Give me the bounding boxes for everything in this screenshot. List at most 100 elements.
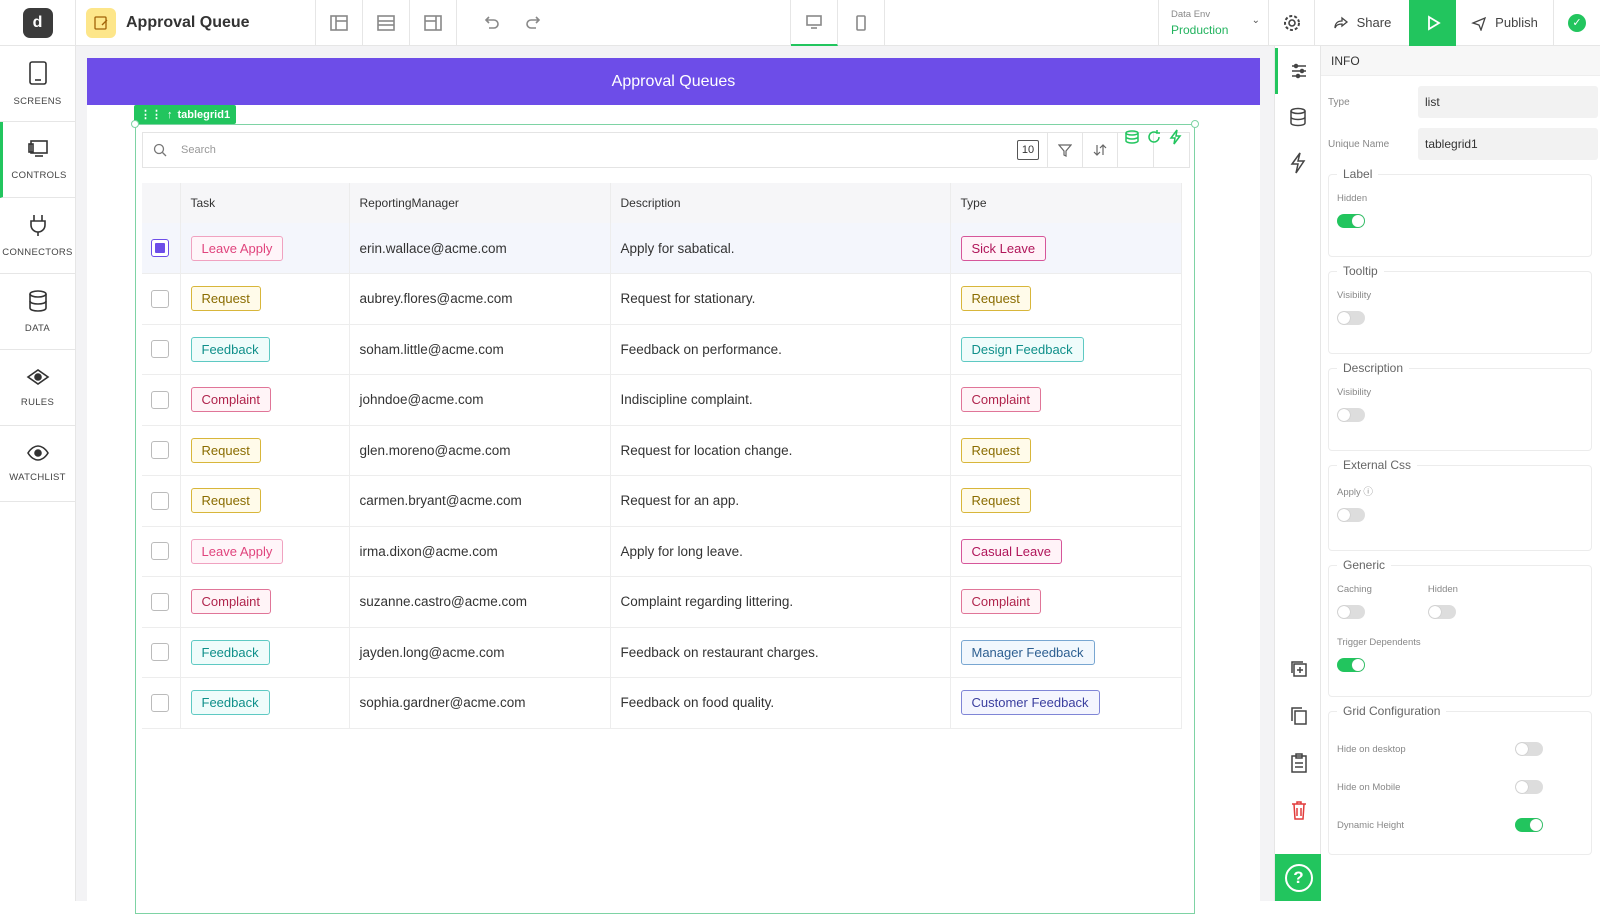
table-row[interactable]: Feedback soham.little@acme.com Feedback … [142, 324, 1182, 375]
table-row[interactable]: Request aubrey.flores@acme.com Request f… [142, 273, 1182, 325]
unique-name-field[interactable]: tablegrid1 [1418, 128, 1598, 160]
nav-watchlist[interactable]: WATCHLIST [0, 426, 75, 502]
row-checkbox[interactable] [151, 491, 169, 510]
lightning-icon[interactable] [1168, 129, 1184, 145]
layout-left-button[interactable] [316, 0, 363, 46]
publish-button[interactable]: Publish [1456, 0, 1554, 46]
sort-button[interactable] [1082, 133, 1117, 167]
app-logo[interactable]: d [0, 0, 76, 46]
task-cell: Complaint [180, 374, 350, 426]
drag-handle-icon[interactable]: ⋮⋮ [140, 108, 162, 121]
nav-data[interactable]: DATA [0, 274, 75, 350]
row-checkbox[interactable] [151, 542, 169, 561]
description-visibility-toggle[interactable] [1337, 408, 1365, 422]
layout-top-button[interactable] [363, 0, 410, 46]
share-button[interactable]: Share [1315, 0, 1409, 46]
caching-toggle[interactable] [1337, 605, 1365, 619]
table-row[interactable]: Feedback jayden.long@acme.com Feedback o… [142, 627, 1182, 678]
desktop-view-button[interactable] [791, 0, 838, 46]
database-icon[interactable] [1124, 129, 1140, 145]
sort-icon [1093, 144, 1107, 156]
design-canvas: Approval Queues ⋮⋮ ↑ tablegrid1 Search 1… [76, 46, 1274, 914]
tooltip-visibility-toggle[interactable] [1337, 311, 1365, 325]
row-checkbox[interactable] [151, 441, 169, 460]
layout-left-icon [330, 14, 348, 31]
resize-handle[interactable] [1191, 120, 1199, 128]
table-row[interactable]: Request carmen.bryant@acme.com Request f… [142, 475, 1182, 527]
trigger-dependents-toggle[interactable] [1337, 658, 1365, 672]
data-env-selector[interactable]: Data Env Production ⌄ [1158, 0, 1268, 46]
properties-tab[interactable] [1275, 48, 1320, 94]
nav-label: CONNECTORS [2, 247, 73, 258]
properties-panel: INFO Type list Unique Name tablegrid1 La… [1321, 46, 1600, 901]
task-tag: Request [190, 286, 261, 312]
task-cell: Feedback [180, 324, 350, 375]
column-header-type[interactable]: Type [950, 183, 1182, 223]
table-row[interactable]: Complaint johndoe@acme.com Indiscipline … [142, 374, 1182, 426]
run-button[interactable] [1409, 0, 1456, 46]
row-checkbox[interactable] [151, 340, 169, 359]
manager-cell: johndoe@acme.com [349, 374, 611, 426]
component-tag[interactable]: ⋮⋮ ↑ tablegrid1 [134, 105, 237, 124]
row-checkbox[interactable] [151, 239, 169, 257]
hide-desktop-toggle[interactable] [1515, 742, 1543, 756]
undo-icon [484, 15, 499, 29]
unique-name-label: Unique Name [1328, 138, 1390, 150]
column-header-description[interactable]: Description [610, 183, 951, 223]
layout-right-button[interactable] [410, 0, 457, 46]
hide-mobile-toggle[interactable] [1515, 780, 1543, 794]
add-component-button[interactable] [1275, 646, 1322, 692]
task-cell: Leave Apply [180, 526, 350, 577]
help-icon: ? [1284, 863, 1313, 892]
table-row[interactable]: Leave Apply erin.wallace@acme.com Apply … [142, 223, 1182, 274]
tablegrid-frame[interactable]: Search 10 Task ReportingManager Descript… [131, 120, 1199, 914]
duplicate-button[interactable] [1275, 693, 1322, 739]
nav-screens[interactable]: SCREENS [0, 46, 75, 122]
chevron-down-icon: ⌄ [1251, 14, 1260, 26]
delete-button[interactable] [1275, 787, 1322, 833]
nav-controls[interactable]: CONTROLS [0, 122, 75, 198]
resize-handle[interactable] [131, 120, 139, 128]
events-tab[interactable] [1275, 140, 1320, 186]
page-banner: Approval Queues [87, 58, 1260, 105]
nav-rules[interactable]: RULES [0, 350, 75, 426]
row-checkbox[interactable] [151, 643, 169, 662]
logo-icon: d [22, 7, 53, 38]
nav-connectors[interactable]: CONNECTORS [0, 198, 75, 274]
table-row[interactable]: Leave Apply irma.dixon@acme.com Apply fo… [142, 526, 1182, 577]
visibility-label: Visibility [1337, 387, 1372, 398]
description-cell: Request for stationary. [610, 273, 951, 325]
external-css-toggle[interactable] [1337, 508, 1365, 522]
dynamic-height-toggle[interactable] [1515, 818, 1543, 832]
table-row[interactable]: Request glen.moreno@acme.com Request for… [142, 425, 1182, 476]
row-checkbox-cell [142, 324, 181, 375]
refresh-icon[interactable] [1146, 129, 1162, 145]
undo-button[interactable] [467, 0, 514, 46]
generic-hidden-toggle[interactable] [1427, 605, 1456, 619]
table-row[interactable]: Feedback sophia.gardner@acme.com Feedbac… [142, 677, 1182, 729]
page-size-selector[interactable]: 10 [1017, 140, 1039, 160]
label-hidden-toggle[interactable] [1337, 214, 1365, 228]
mobile-view-button[interactable] [838, 0, 885, 46]
data-tab[interactable] [1275, 94, 1320, 140]
row-checkbox[interactable] [151, 693, 169, 712]
search-input[interactable]: Search [181, 144, 216, 156]
column-header-task[interactable]: Task [180, 183, 350, 223]
row-checkbox[interactable] [151, 289, 169, 308]
row-checkbox[interactable] [151, 390, 169, 409]
row-checkbox[interactable] [151, 592, 169, 611]
banner-title: Approval Queues [611, 72, 736, 90]
filter-button[interactable] [1047, 133, 1082, 167]
redo-button[interactable] [514, 0, 554, 46]
help-button[interactable]: ? [1275, 854, 1322, 901]
settings-button[interactable] [1268, 0, 1315, 46]
type-row: Type list [1328, 86, 1600, 118]
task-cell: Request [180, 475, 350, 527]
section-title: Description [1337, 361, 1410, 375]
lightning-icon [1290, 152, 1305, 174]
description-cell: Complaint regarding littering. [610, 576, 951, 628]
table-row[interactable]: Complaint suzanne.castro@acme.com Compla… [142, 576, 1182, 628]
column-header-manager[interactable]: ReportingManager [349, 183, 611, 223]
info-header[interactable]: INFO [1321, 46, 1600, 76]
paste-button[interactable] [1275, 740, 1322, 786]
